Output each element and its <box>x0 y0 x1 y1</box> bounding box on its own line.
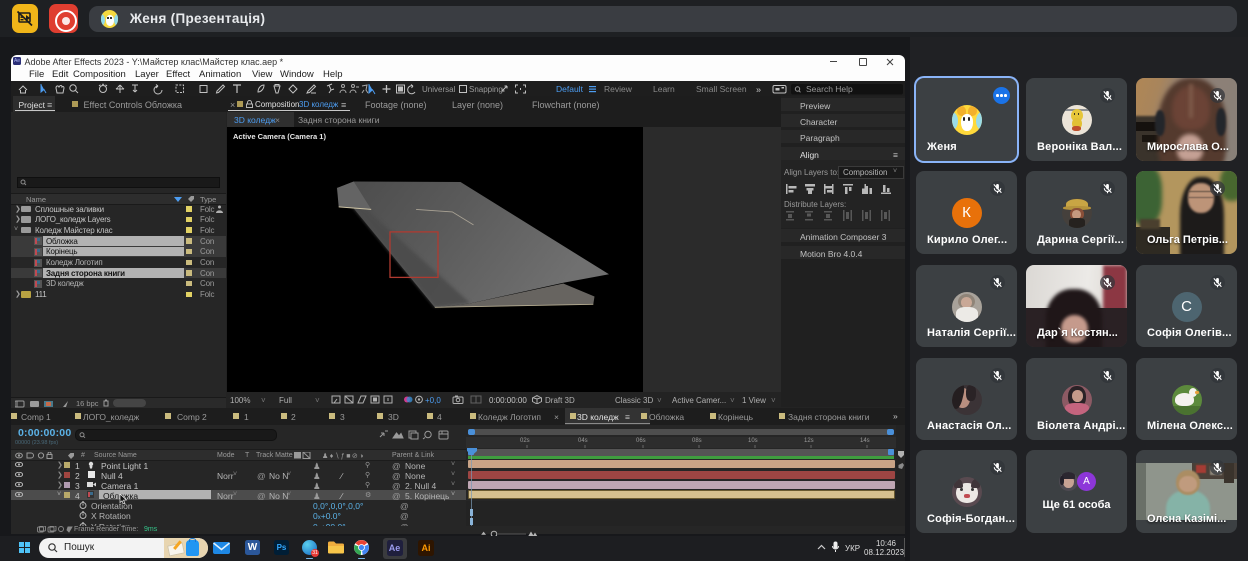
svg-text:Search Help: Search Help <box>806 84 853 94</box>
svg-text:Universal: Universal <box>422 85 456 94</box>
svg-text:»: » <box>756 84 761 94</box>
svg-text:Small Screen: Small Screen <box>696 84 747 94</box>
svg-text:Learn: Learn <box>653 84 675 94</box>
svg-text:Snapping: Snapping <box>469 85 503 94</box>
svg-text:Default: Default <box>556 84 584 94</box>
svg-text:Review: Review <box>604 84 633 94</box>
